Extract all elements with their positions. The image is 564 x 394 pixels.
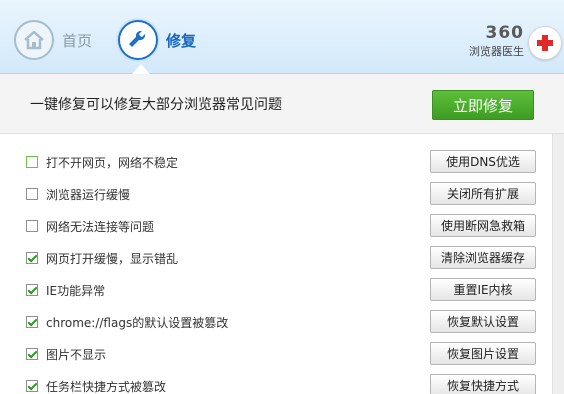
repair-banner: 一键修复可以修复大部分浏览器常见问题 立即修复 bbox=[0, 74, 564, 134]
problem-checkbox[interactable] bbox=[26, 380, 38, 392]
network-rescue-button[interactable]: 使用断网急救箱 bbox=[430, 214, 536, 237]
problem-label: 网页打开缓慢，显示错乱 bbox=[46, 252, 179, 266]
brand-number: 360 bbox=[485, 23, 524, 43]
tab-home[interactable]: 首页 bbox=[14, 18, 92, 62]
list-scrollbar[interactable] bbox=[552, 134, 564, 394]
wrench-icon bbox=[118, 20, 158, 60]
list-item: 图片不显示 恢复图片设置 bbox=[0, 338, 564, 370]
red-cross-icon bbox=[528, 26, 562, 60]
tab-home-label: 首页 bbox=[62, 31, 93, 50]
problem-checkbox[interactable] bbox=[26, 220, 38, 232]
brand-subtitle: 浏览器医生 bbox=[469, 45, 524, 58]
problem-checkbox[interactable] bbox=[26, 188, 38, 200]
list-item: IE功能异常 重置IE内核 bbox=[0, 274, 564, 306]
clear-cache-button[interactable]: 清除浏览器缓存 bbox=[430, 246, 536, 269]
reset-ie-button[interactable]: 重置IE内核 bbox=[430, 278, 536, 301]
restore-images-button[interactable]: 恢复图片设置 bbox=[430, 342, 536, 365]
brand-logo: 360 浏览器医生 bbox=[458, 24, 524, 58]
header-bar: 首页 修复 360 浏览器医生 bbox=[0, 0, 564, 74]
problem-label: 网络无法连接等问题 bbox=[46, 220, 155, 234]
fix-now-button[interactable]: 立即修复 bbox=[432, 90, 534, 120]
list-item: 浏览器运行缓慢 关闭所有扩展 bbox=[0, 178, 564, 210]
use-dns-button[interactable]: 使用DNS优选 bbox=[430, 150, 536, 173]
problem-checkbox[interactable] bbox=[26, 316, 38, 328]
close-extensions-button[interactable]: 关闭所有扩展 bbox=[430, 182, 536, 205]
problem-checkbox[interactable] bbox=[26, 252, 38, 264]
problem-label: 图片不显示 bbox=[46, 348, 107, 362]
browser-doctor-window: 首页 修复 360 浏览器医生 一键修复可以修复大部分浏览器常见问题 立即修复 bbox=[0, 0, 564, 394]
tab-repair-label: 修复 bbox=[166, 31, 197, 50]
problem-label: chrome://flags的默认设置被篡改 bbox=[46, 316, 229, 330]
problem-checkbox[interactable] bbox=[26, 284, 38, 296]
active-tab-pointer bbox=[132, 64, 150, 74]
problem-label: 任务栏快捷方式被篡改 bbox=[46, 380, 167, 394]
tab-repair[interactable]: 修复 bbox=[118, 18, 196, 62]
problem-label: 浏览器运行缓慢 bbox=[46, 188, 131, 202]
restore-shortcut-button[interactable]: 恢复快捷方式 bbox=[430, 374, 536, 394]
list-item: 网络无法连接等问题 使用断网急救箱 bbox=[0, 210, 564, 242]
problem-list: 打不开网页，网络不稳定 使用DNS优选 浏览器运行缓慢 关闭所有扩展 网络无法连… bbox=[0, 134, 564, 394]
restore-defaults-button[interactable]: 恢复默认设置 bbox=[430, 310, 536, 333]
problem-label: IE功能异常 bbox=[46, 284, 106, 298]
problem-checkbox[interactable] bbox=[26, 156, 38, 168]
list-item: 网页打开缓慢，显示错乱 清除浏览器缓存 bbox=[0, 242, 564, 274]
problem-label: 打不开网页，网络不稳定 bbox=[46, 156, 179, 170]
banner-description: 一键修复可以修复大部分浏览器常见问题 bbox=[30, 97, 282, 113]
home-icon bbox=[14, 20, 54, 60]
problem-checkbox[interactable] bbox=[26, 348, 38, 360]
list-item: 任务栏快捷方式被篡改 恢复快捷方式 bbox=[0, 370, 564, 394]
list-item: 打不开网页，网络不稳定 使用DNS优选 bbox=[0, 146, 564, 178]
list-item: chrome://flags的默认设置被篡改 恢复默认设置 bbox=[0, 306, 564, 338]
